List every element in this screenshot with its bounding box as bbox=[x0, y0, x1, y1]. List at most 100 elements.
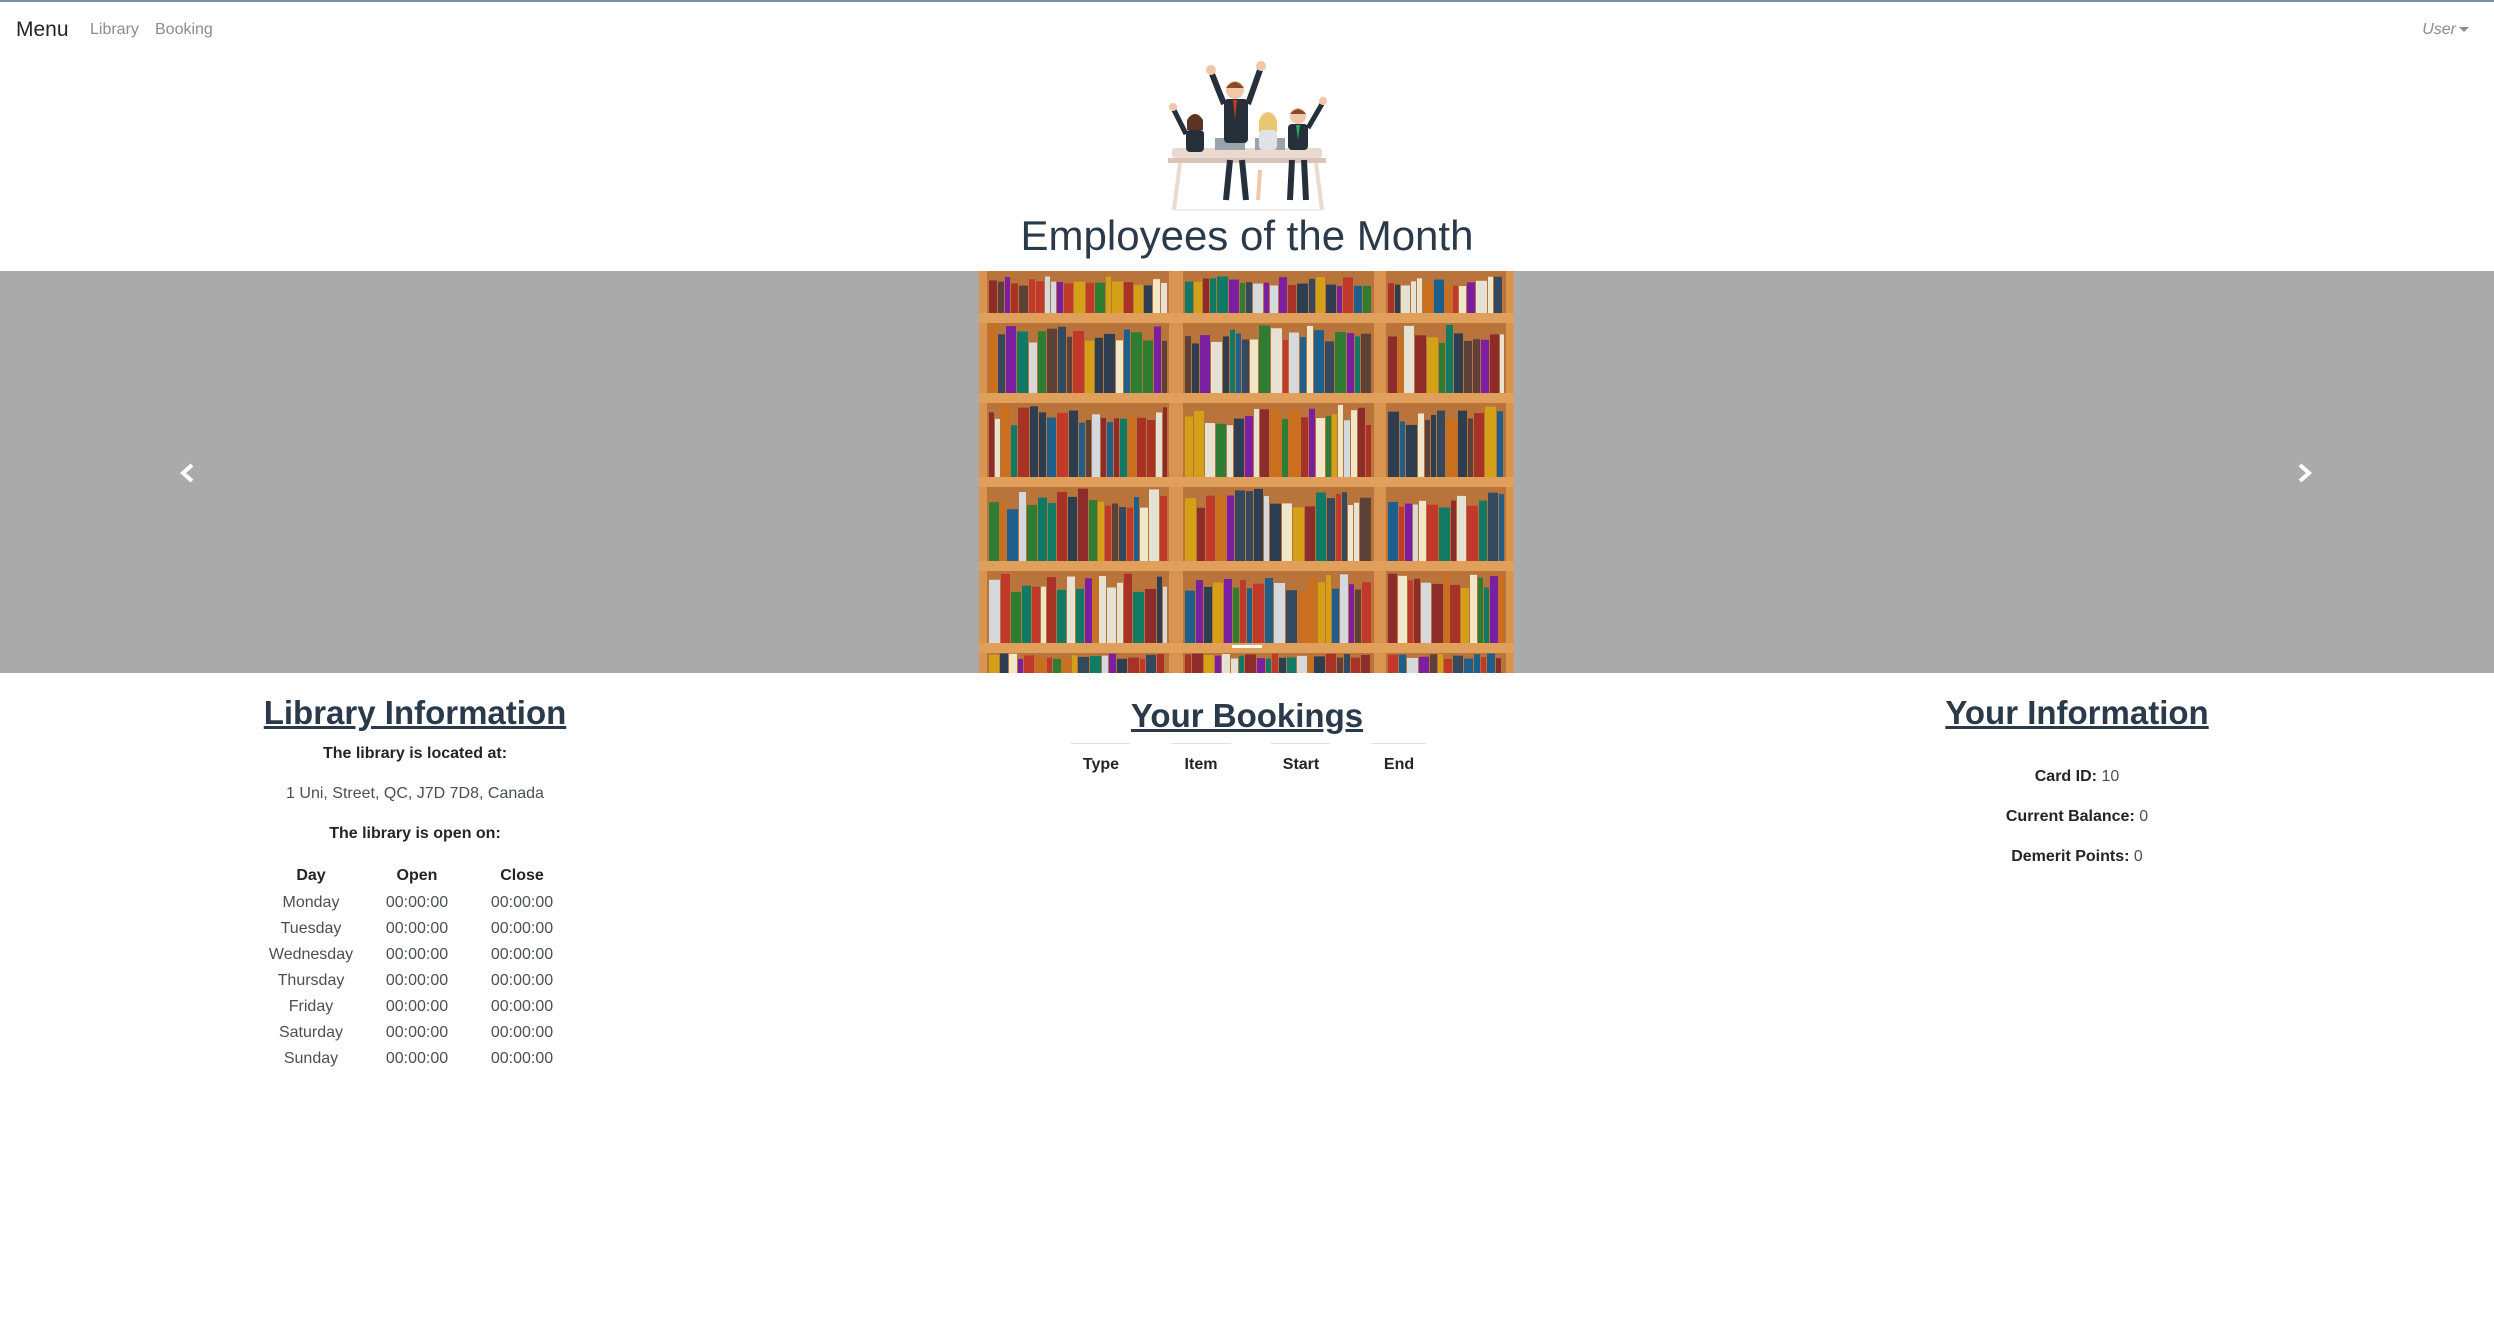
book-spine bbox=[1338, 404, 1343, 477]
demerit-value: 0 bbox=[2133, 848, 2143, 865]
column-header-item: Item bbox=[1171, 743, 1231, 774]
book-spine bbox=[1348, 504, 1353, 561]
book-spine bbox=[1185, 281, 1193, 313]
book-spine bbox=[1499, 575, 1504, 643]
book-spine bbox=[1068, 496, 1077, 561]
book-spine bbox=[1446, 324, 1453, 393]
image-carousel bbox=[0, 271, 2494, 673]
book-spine bbox=[1018, 658, 1023, 673]
book-spine bbox=[1439, 343, 1445, 393]
book-spine bbox=[1305, 506, 1315, 561]
book-spine bbox=[1499, 494, 1504, 561]
book-spine bbox=[1454, 333, 1463, 393]
day-cell: Sunday bbox=[283, 1050, 339, 1067]
book-spine bbox=[1266, 658, 1271, 673]
book-spine bbox=[1388, 411, 1399, 477]
book-spine bbox=[1362, 582, 1371, 643]
book-spine bbox=[1427, 504, 1438, 561]
book-spine bbox=[1134, 496, 1139, 561]
book-spine bbox=[1157, 576, 1162, 643]
book-spine bbox=[1185, 498, 1196, 561]
user-dropdown[interactable]: User bbox=[2422, 21, 2469, 39]
book-spine bbox=[1229, 279, 1239, 313]
book-spine bbox=[1154, 326, 1161, 393]
book-spine bbox=[1444, 658, 1452, 673]
balance-label: Current Balance: bbox=[2005, 808, 2135, 825]
book-spine bbox=[1318, 582, 1325, 643]
book-spine bbox=[1308, 578, 1317, 643]
book-spine bbox=[1326, 284, 1336, 313]
book-spine bbox=[989, 280, 997, 313]
book-spine bbox=[1230, 329, 1235, 393]
book-spine bbox=[1316, 492, 1326, 561]
book-spine bbox=[1398, 336, 1403, 393]
book-spine bbox=[1196, 580, 1203, 643]
book-spine bbox=[1124, 329, 1130, 393]
book-spine bbox=[1051, 281, 1056, 313]
book-spine bbox=[1316, 418, 1325, 477]
book-spine bbox=[1272, 653, 1278, 673]
book-spine bbox=[1270, 503, 1281, 561]
book-spine bbox=[1354, 285, 1362, 313]
nav-link-booking[interactable]: Booking bbox=[155, 21, 213, 39]
book-spine bbox=[1105, 505, 1111, 561]
book-spine bbox=[1086, 419, 1091, 477]
book-spine bbox=[1098, 501, 1104, 561]
menu-brand[interactable]: Menu bbox=[16, 18, 69, 42]
book-spine bbox=[1451, 500, 1456, 561]
book-spine bbox=[1029, 279, 1035, 313]
book-spine bbox=[1287, 657, 1296, 673]
bookshelf-photo bbox=[979, 271, 1514, 673]
book-spine bbox=[1224, 578, 1232, 643]
book-spine bbox=[1007, 509, 1018, 561]
book-spine bbox=[1048, 503, 1056, 561]
nav-link-library[interactable]: Library bbox=[90, 21, 139, 39]
book-spine bbox=[1227, 425, 1233, 477]
column-header-open: Open bbox=[396, 867, 438, 884]
book-spine bbox=[1351, 657, 1360, 673]
carousel-next-control[interactable] bbox=[2290, 453, 2320, 493]
located-label: The library is located at: bbox=[322, 745, 508, 762]
book-spine bbox=[1067, 336, 1072, 393]
book-spine bbox=[1147, 419, 1155, 477]
column-header-close: Close bbox=[500, 867, 544, 884]
book-spine bbox=[1434, 279, 1444, 313]
book-spine bbox=[1215, 655, 1221, 673]
book-spine bbox=[1470, 574, 1477, 643]
book-spine bbox=[1124, 573, 1132, 643]
book-spine bbox=[1496, 658, 1501, 673]
book-spine bbox=[1064, 283, 1073, 313]
book-spine bbox=[1453, 285, 1458, 313]
book-spine bbox=[1344, 654, 1350, 673]
book-spine bbox=[1022, 585, 1031, 643]
bookings-table: Type Item Start End bbox=[1031, 743, 1467, 774]
book-spine bbox=[1161, 282, 1167, 313]
book-spine bbox=[1162, 340, 1167, 393]
book-spine bbox=[1095, 282, 1105, 313]
close-cell: 00:00:00 bbox=[490, 972, 554, 989]
book-spine bbox=[1366, 424, 1371, 477]
book-spine bbox=[1116, 340, 1123, 393]
book-spine bbox=[1143, 340, 1153, 393]
book-spine bbox=[1415, 335, 1426, 393]
book-spine bbox=[1200, 335, 1210, 393]
book-spine bbox=[1234, 418, 1244, 477]
book-spine bbox=[1314, 330, 1324, 393]
open-cell: 00:00:00 bbox=[385, 972, 449, 989]
book-spine bbox=[1079, 422, 1085, 477]
book-spine bbox=[1073, 331, 1084, 393]
book-spine bbox=[1185, 416, 1193, 477]
book-spine bbox=[1309, 408, 1315, 477]
book-spine bbox=[1282, 418, 1288, 477]
carousel-indicator[interactable] bbox=[1232, 645, 1262, 648]
book-spine bbox=[1194, 410, 1204, 477]
table-row: Monday 00:00:00 00:00:00 bbox=[264, 890, 568, 916]
book-spine bbox=[1446, 418, 1457, 477]
book-spine bbox=[1438, 653, 1443, 673]
book-spine bbox=[1041, 586, 1046, 643]
carousel-prev-control[interactable] bbox=[172, 453, 202, 493]
book-spine bbox=[1358, 407, 1365, 477]
book-spine bbox=[989, 654, 999, 673]
book-spine bbox=[1206, 495, 1215, 561]
book-spine bbox=[1019, 492, 1026, 561]
